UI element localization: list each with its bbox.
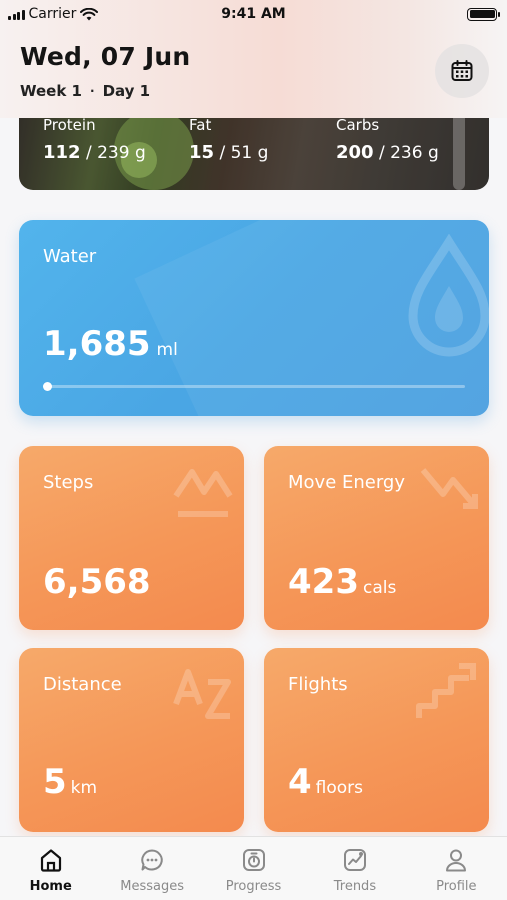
tab-label: Profile [436,879,477,894]
tab-profile[interactable]: Profile [406,837,507,900]
stairs-icon [416,663,476,718]
macro-fat: Fat 15 / 51 g [189,116,268,163]
move-energy-title: Move Energy [288,472,406,493]
flights-unit: floors [315,778,364,798]
water-drop-icon [408,234,489,357]
tab-messages[interactable]: Messages [101,837,202,900]
messages-icon [141,849,163,871]
tab-label: Messages [120,879,184,894]
move-energy-unit: cals [362,578,397,598]
signal-icon [8,9,25,20]
wifi-icon [80,7,99,20]
carrier-label: Carrier [28,6,77,22]
steps-icon [173,469,233,517]
move-energy-card[interactable]: Move Energy 423 cals [264,446,489,630]
tab-trends[interactable]: Trends [304,837,405,900]
macro-value: 200 [336,142,374,163]
flights-card[interactable]: Flights 4 floors [264,648,489,832]
separator-dot: · [90,84,95,98]
distance-icon [173,669,231,719]
macro-total: / 236 g [378,143,439,163]
macro-label: Protein [43,116,96,134]
steps-card[interactable]: Steps 6,568 [19,446,244,630]
water-progress-track [45,385,465,388]
distance-card[interactable]: Distance 5 km [19,648,244,832]
macro-total: / 51 g [219,143,269,163]
status-time: 9:41 AM [221,6,286,22]
week-label: Week 1 [20,82,82,100]
tab-progress[interactable]: Progress [203,837,304,900]
calendar-button[interactable] [435,44,489,98]
water-title: Water [43,246,97,267]
profile-icon [446,849,467,872]
tab-home[interactable]: Home [0,837,101,900]
macro-value: 112 [43,142,81,163]
tab-label: Trends [333,879,377,894]
water-progress-handle[interactable] [43,382,52,391]
tab-bar: Home Messages Progress Trends Profile [0,836,507,900]
macro-label: Fat [189,116,212,134]
lightning-icon [420,468,478,509]
distance-value: 5 [43,762,67,802]
status-left: Carrier [8,6,99,22]
water-unit: ml [156,340,178,360]
macro-label: Carbs [336,116,380,134]
tab-label: Progress [225,879,282,894]
distance-unit: km [70,778,98,798]
macro-value: 15 [189,142,215,163]
distance-title: Distance [43,674,122,695]
macro-carbs: Carbs 200 / 236 g [336,116,439,163]
flights-title: Flights [288,674,348,695]
tab-label: Home [29,879,72,894]
home-icon [40,849,61,872]
water-card[interactable]: Water 1,685 ml [19,220,489,416]
day-label: Day 1 [102,82,151,100]
page-title: Wed, 07 Jun [20,42,191,71]
calendar-icon [451,60,473,81]
steps-value: 6,568 [43,562,151,602]
move-energy-value: 423 [288,562,359,602]
trends-icon [343,849,366,871]
progress-icon [242,849,265,871]
macro-protein: Protein 112 / 239 g [43,116,146,163]
water-value: 1,685 [43,324,151,364]
week-day-subtitle: Week 1 · Day 1 [20,82,150,100]
steps-title: Steps [43,472,94,493]
status-bar: Carrier 9:41 AM [0,0,507,28]
battery-icon [467,7,500,21]
macro-total: / 239 g [85,143,146,163]
flights-value: 4 [288,762,312,802]
